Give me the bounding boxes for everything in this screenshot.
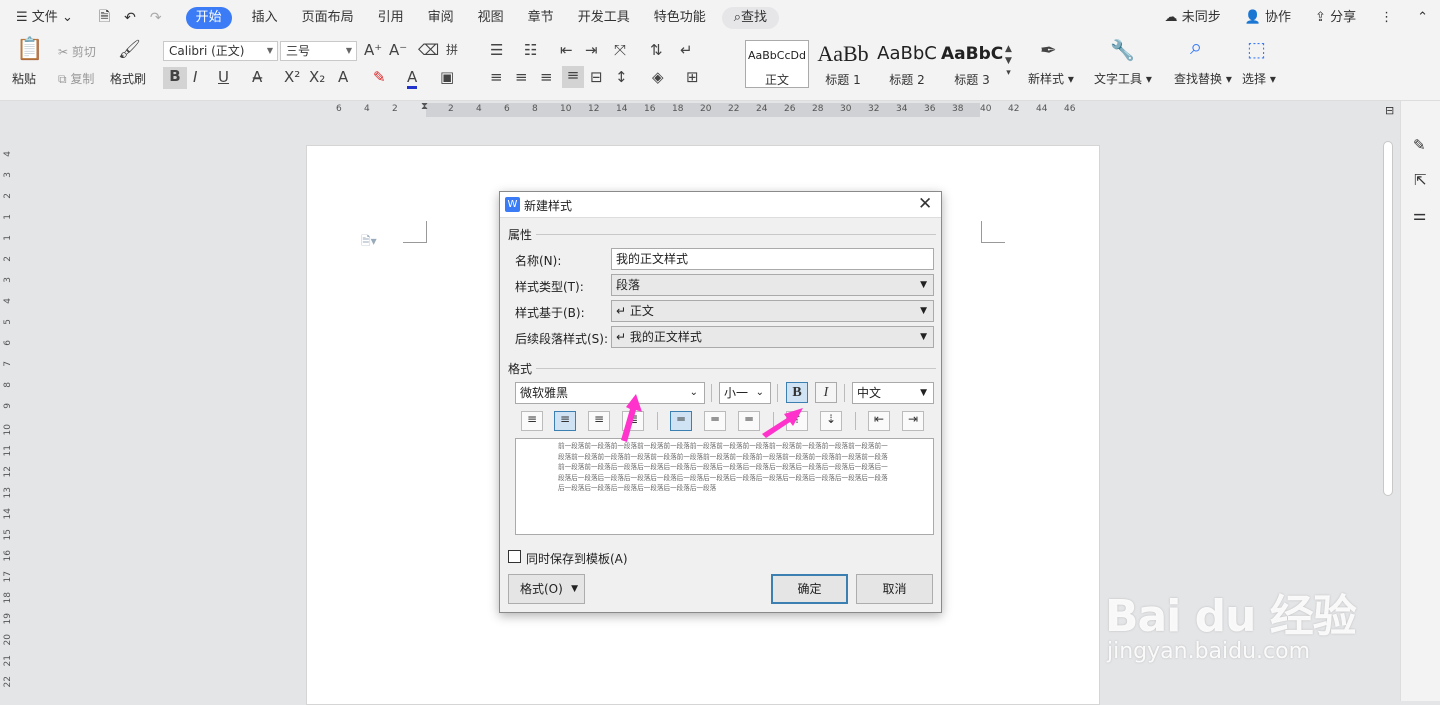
baidu-watermark-url: jingyan.baidu.com [1107,639,1311,664]
arrow-to-bold [762,408,803,438]
baidu-watermark-logo: Bai du 经验 [1105,591,1357,642]
arrow-to-font [621,394,642,442]
